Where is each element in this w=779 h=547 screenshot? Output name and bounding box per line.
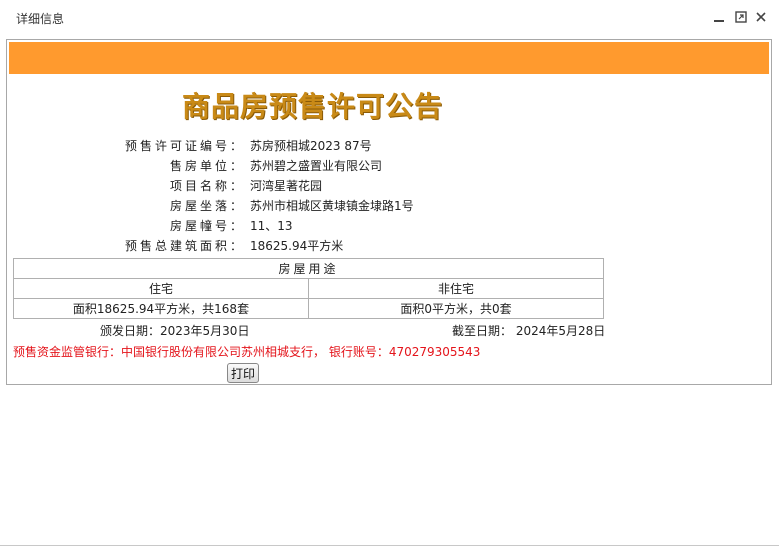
usage-value-residential: 面积18625.94平方米，共168套 <box>13 298 309 319</box>
usage-column-non-residential: 非住宅 <box>308 278 604 299</box>
field-row-building-numbers: 房屋幢号： 11、13 <box>7 216 767 236</box>
field-label: 预售总建筑面积： <box>124 239 245 253</box>
field-label: 售房单位： <box>169 159 245 173</box>
usage-value-non-residential: 面积0平方米，共0套 <box>308 298 604 319</box>
field-row-total-area: 预售总建筑面积： 18625.94平方米 <box>7 236 767 256</box>
notice-frame: 商品房预售许可公告 预售许可证编号： 苏房预相城2023 87号 售房单位： 苏… <box>6 39 772 385</box>
expire-date: 截至日期： 2024年5月28日 <box>452 324 606 338</box>
field-row-project-name: 项目名称： 河湾星著花园 <box>7 176 767 196</box>
print-button[interactable]: 打印 <box>227 363 259 383</box>
field-label: 房屋幢号： <box>169 219 245 233</box>
orange-banner <box>9 42 769 74</box>
field-label: 房屋坐落： <box>169 199 245 213</box>
maximize-icon[interactable] <box>733 9 749 25</box>
notice-heading: 商品房预售许可公告 <box>182 90 444 123</box>
field-value: 11、13 <box>250 219 293 233</box>
bottom-divider <box>0 545 779 546</box>
bank-info: 预售资金监管银行：中国银行股份有限公司苏州相城支行， 银行账号：47027930… <box>13 345 481 359</box>
date-row: 颁发日期：2023年5月30日 截至日期： 2024年5月28日 <box>7 322 767 340</box>
usage-column-residential: 住宅 <box>13 278 309 299</box>
usage-table: 房屋用途 住宅 非住宅 面积18625.94平方米，共168套 面积0平方米，共… <box>13 258 604 319</box>
minimize-icon[interactable] <box>711 9 727 25</box>
field-label: 预售许可证编号： <box>124 139 245 153</box>
dialog-titlebar: 详细信息 <box>0 0 779 34</box>
field-value: 苏房预相城2023 87号 <box>250 139 372 153</box>
field-value: 18625.94平方米 <box>250 239 344 253</box>
field-row-license-number: 预售许可证编号： 苏房预相城2023 87号 <box>7 136 767 156</box>
field-row-location: 房屋坐落： 苏州市相城区黄埭镇金埭路1号 <box>7 196 767 216</box>
field-value: 河湾星著花园 <box>250 179 323 193</box>
close-icon[interactable] <box>753 9 769 25</box>
field-label: 项目名称： <box>169 179 245 193</box>
field-row-seller: 售房单位： 苏州碧之盛置业有限公司 <box>7 156 767 176</box>
field-value: 苏州市相城区黄埭镇金埭路1号 <box>250 199 414 213</box>
issue-date: 颁发日期：2023年5月30日 <box>100 324 250 338</box>
field-value: 苏州碧之盛置业有限公司 <box>250 159 383 173</box>
dialog-title: 详细信息 <box>16 12 65 26</box>
usage-table-header: 房屋用途 <box>13 258 604 279</box>
